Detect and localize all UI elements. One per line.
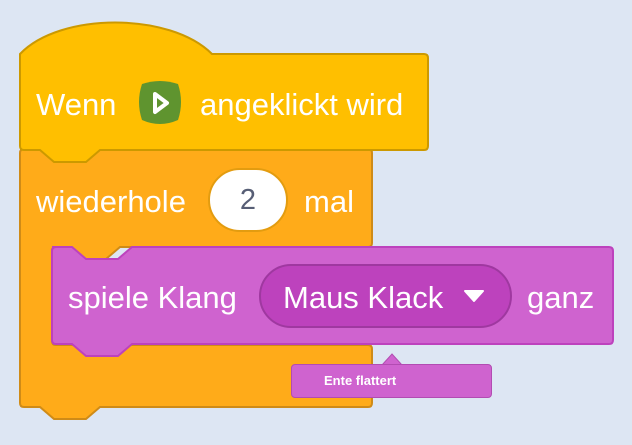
sound-dropdown-value: Maus Klack	[283, 280, 444, 315]
repeat-count-input[interactable]: 2	[208, 168, 288, 232]
repeat-label-mal: mal	[304, 184, 354, 219]
green-flag-icon	[136, 80, 184, 126]
caret-down-icon	[464, 290, 484, 302]
hat-label-wenn: Wenn	[36, 87, 117, 122]
repeat-label: wiederhole	[36, 184, 186, 219]
menu-item-ente-flattert[interactable]: Ente flattert	[324, 374, 396, 387]
sound-label-ganz: ganz	[527, 280, 595, 315]
sound-label: spiele Klang	[68, 280, 237, 315]
sound-dropdown-menu: Ente flattert	[291, 364, 492, 398]
script-canvas: Wenn angeklickt wird wiederhole 2 mal sp…	[0, 0, 632, 445]
hat-label-angeklickt: angeklickt wird	[200, 87, 404, 122]
sound-dropdown[interactable]: Maus Klack	[259, 264, 512, 328]
